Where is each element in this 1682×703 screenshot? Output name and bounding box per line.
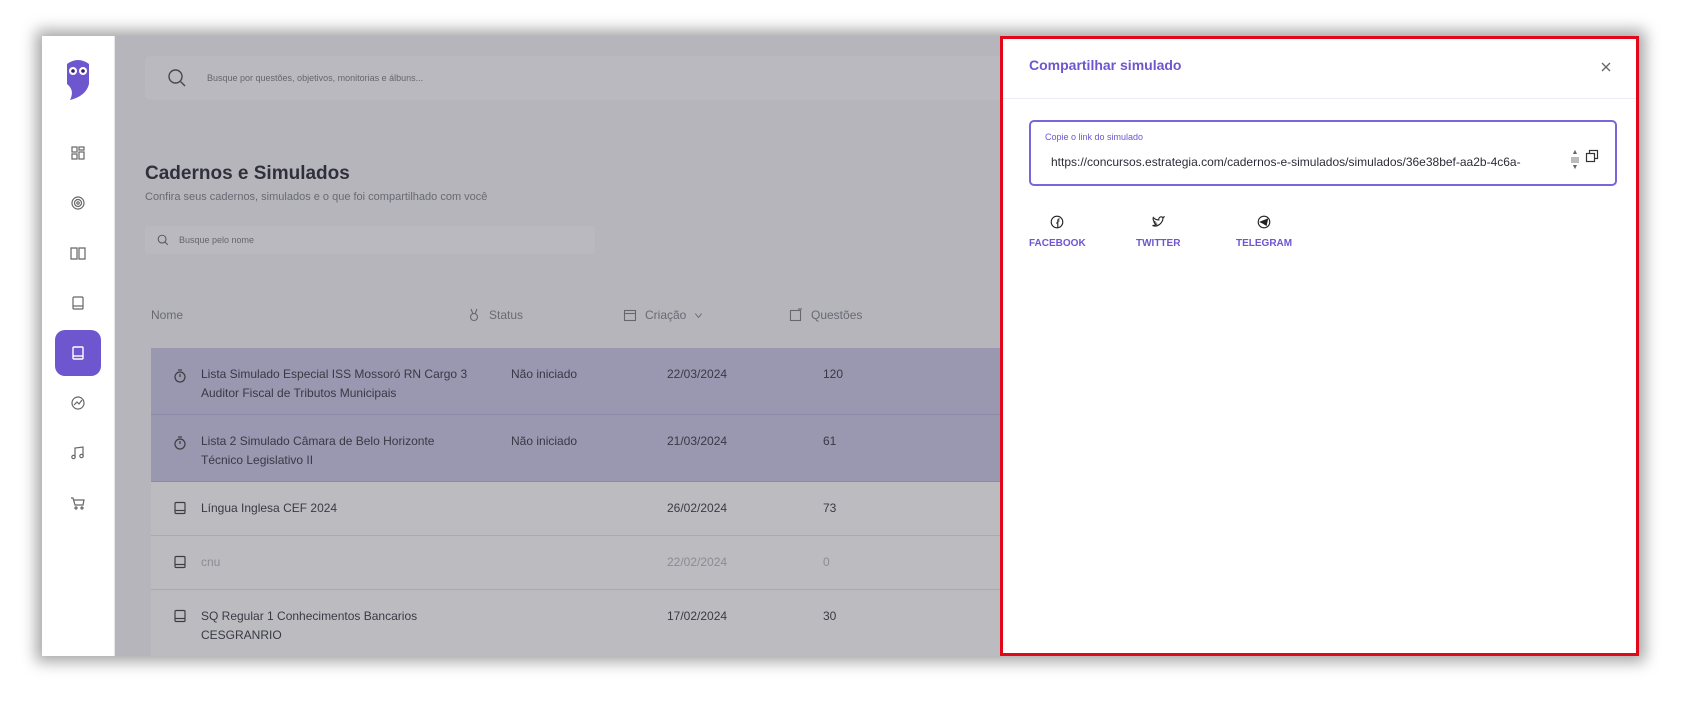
scroll-up-icon[interactable]: ▲ (1569, 148, 1581, 157)
share-link-label: Copie o link do simulado (1045, 132, 1144, 142)
sidebar-item-courses[interactable] (55, 230, 101, 276)
share-twitter-button[interactable]: TWITTER (1136, 215, 1180, 249)
book-open-icon (70, 247, 86, 260)
share-link-value[interactable]: https://concursos.estrategia.com/caderno… (1051, 155, 1566, 177)
share-link-field[interactable]: Copie o link do simulado https://concurs… (1029, 120, 1617, 186)
sidebar-item-performance[interactable] (55, 380, 101, 426)
share-twitter-label: TWITTER (1136, 238, 1181, 249)
share-facebook-label: FACEBOOK (1029, 238, 1086, 249)
copy-icon[interactable] (1585, 149, 1599, 163)
notebook-icon (72, 346, 84, 360)
share-facebook-button[interactable]: FACEBOOK (1029, 215, 1086, 249)
close-button[interactable] (1598, 59, 1614, 75)
sidebar (42, 36, 115, 656)
music-icon (71, 446, 84, 460)
scroll-stepper[interactable]: ▲ ▼ (1569, 148, 1581, 178)
modal-header: Compartilhar simulado (1003, 39, 1636, 99)
cart-icon (71, 497, 85, 510)
share-telegram-label: TELEGRAM (1236, 238, 1293, 249)
twitter-icon (1152, 216, 1166, 227)
sidebar-item-store[interactable] (55, 480, 101, 526)
telegram-icon (1257, 215, 1271, 229)
sidebar-item-dashboard[interactable] (55, 130, 101, 176)
facebook-icon (1050, 215, 1064, 229)
chart-circle-icon (71, 396, 85, 410)
target-icon (71, 196, 85, 210)
sidebar-item-audio[interactable] (55, 430, 101, 476)
owl-logo-icon[interactable] (64, 58, 92, 100)
scroll-down-icon[interactable]: ▼ (1569, 163, 1581, 172)
sidebar-item-notebooks[interactable] (55, 280, 101, 326)
sidebar-item-simulados[interactable] (55, 330, 101, 376)
share-telegram-button[interactable]: TELEGRAM (1236, 215, 1292, 249)
share-modal: Compartilhar simulado Copie o link do si… (1000, 36, 1639, 656)
notebook-icon (72, 296, 84, 310)
close-icon (1601, 62, 1611, 72)
grid-icon (71, 146, 85, 160)
modal-title: Compartilhar simulado (1029, 57, 1182, 73)
sidebar-item-objectives[interactable] (55, 180, 101, 226)
